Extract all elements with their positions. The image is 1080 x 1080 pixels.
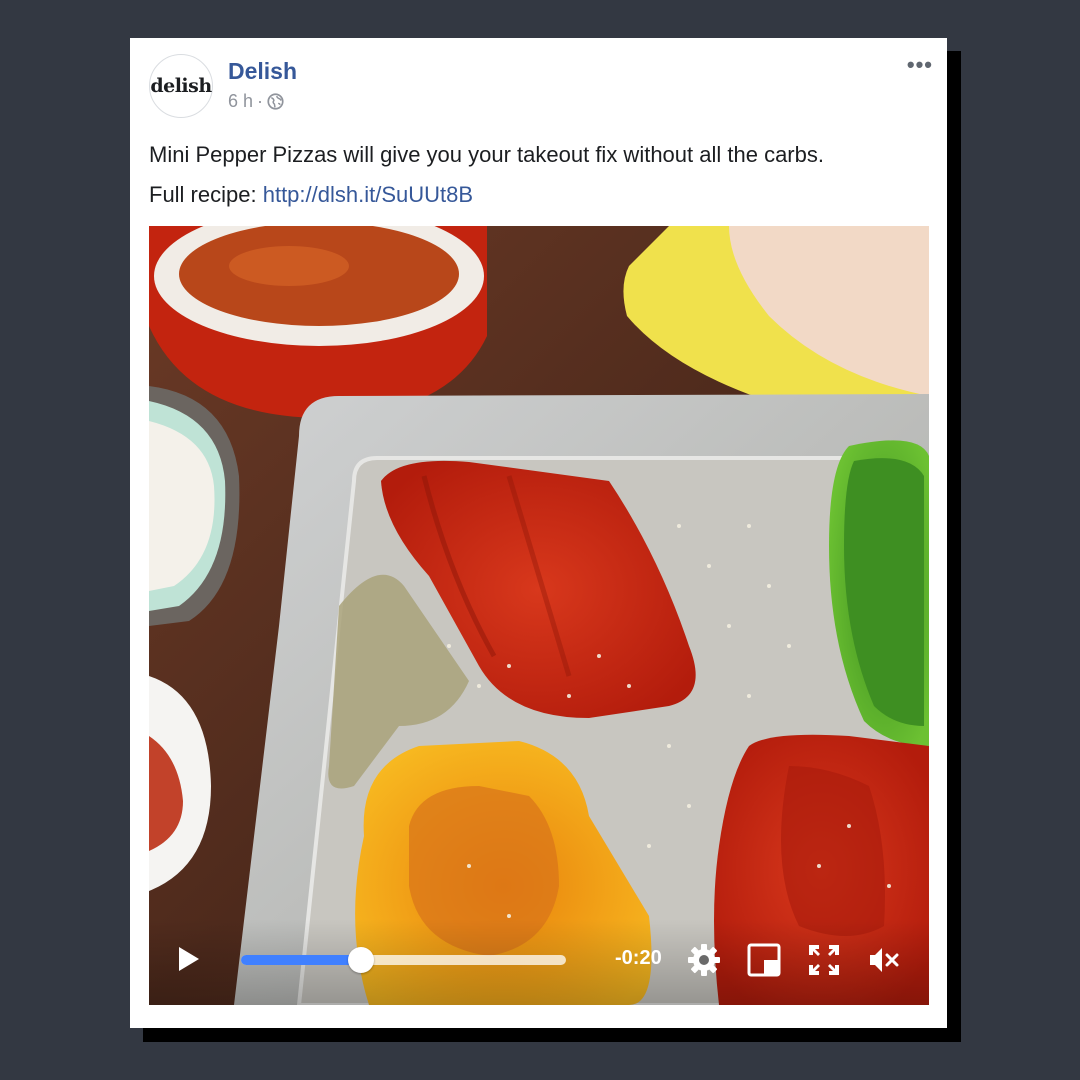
progress-handle[interactable] bbox=[348, 947, 375, 973]
post-text: Mini Pepper Pizzas will give you your ta… bbox=[149, 142, 824, 167]
page-name-link[interactable]: Delish bbox=[228, 58, 297, 85]
video-player[interactable]: -0:20 bbox=[149, 226, 929, 1005]
meta-separator: · bbox=[257, 91, 264, 111]
mute-icon[interactable] bbox=[867, 943, 901, 977]
post-text-recipe: Full recipe: http://dlsh.it/SuUUt8B bbox=[149, 182, 473, 208]
globe-icon bbox=[267, 93, 284, 110]
progress-bar[interactable] bbox=[241, 947, 566, 973]
avatar-logo-text: delish bbox=[150, 75, 212, 97]
post-meta: 6 h · bbox=[228, 91, 284, 112]
play-icon[interactable] bbox=[177, 945, 201, 973]
picture-in-picture-icon[interactable] bbox=[747, 943, 781, 977]
video-controls: -0:20 bbox=[149, 919, 929, 1005]
recipe-link[interactable]: http://dlsh.it/SuUUt8B bbox=[263, 182, 473, 207]
more-options-icon[interactable]: ••• bbox=[907, 52, 933, 78]
fullscreen-icon[interactable] bbox=[807, 943, 841, 977]
video-frame-image bbox=[149, 226, 929, 1005]
post-card: delish Delish 6 h · ••• Mini Pepper Pizz… bbox=[130, 38, 947, 1028]
time-remaining: -0:20 bbox=[615, 947, 662, 969]
recipe-label: Full recipe: bbox=[149, 182, 263, 207]
page-avatar[interactable]: delish bbox=[149, 54, 213, 118]
settings-gear-icon[interactable] bbox=[687, 943, 721, 977]
post-timestamp[interactable]: 6 h bbox=[228, 91, 253, 112]
progress-fill bbox=[241, 955, 362, 965]
